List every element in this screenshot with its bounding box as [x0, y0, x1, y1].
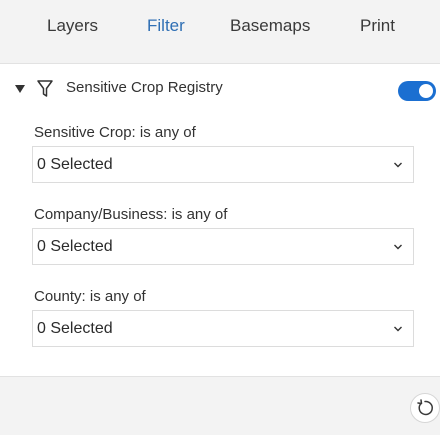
tab-print[interactable]: Print [360, 16, 395, 36]
sensitive-crop-select[interactable]: 0 Selected [32, 146, 414, 183]
company-business-label: Company/Business: is any of [34, 206, 228, 223]
company-business-select[interactable]: 0 Selected [32, 228, 414, 265]
reset-icon [417, 399, 433, 416]
funnel-icon [37, 80, 53, 97]
filter-group-title: Sensitive Crop Registry [66, 79, 223, 96]
toggle-knob [419, 84, 433, 98]
tab-layers[interactable]: Layers [47, 16, 98, 36]
county-label: County: is any of [34, 288, 146, 305]
county-select[interactable]: 0 Selected [32, 310, 414, 347]
filter-group-toggle[interactable] [398, 81, 436, 101]
chevron-down-icon [394, 162, 402, 168]
tab-basemaps[interactable]: Basemaps [230, 16, 310, 36]
select-value: 0 Selected [37, 156, 113, 173]
chevron-down-icon [394, 244, 402, 250]
chevron-down-icon [394, 326, 402, 332]
filter-panel: Sensitive Crop Registry Sensitive Crop: … [0, 64, 440, 376]
caret-down-icon[interactable] [14, 82, 26, 96]
sensitive-crop-label: Sensitive Crop: is any of [34, 124, 196, 141]
tab-bar: Layers Filter Basemaps Print [0, 0, 440, 64]
reset-button[interactable] [410, 393, 440, 423]
panel-footer [0, 376, 440, 435]
select-value: 0 Selected [37, 238, 113, 255]
tab-filter[interactable]: Filter [147, 16, 185, 36]
filter-group-header: Sensitive Crop Registry [0, 77, 440, 103]
select-value: 0 Selected [37, 320, 113, 337]
